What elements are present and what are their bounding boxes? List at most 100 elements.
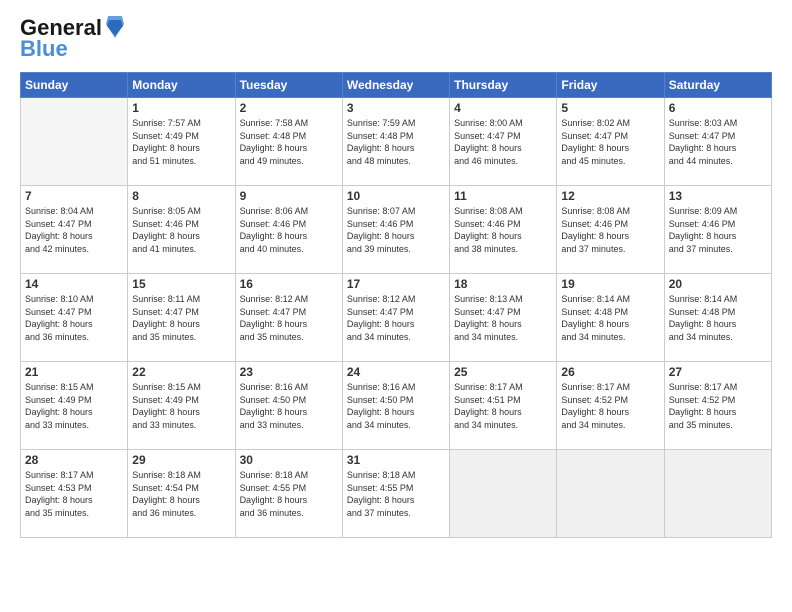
logo-icon (104, 14, 126, 40)
day-number: 10 (347, 189, 445, 203)
day-info: Sunrise: 8:08 AM Sunset: 4:46 PM Dayligh… (454, 205, 552, 255)
calendar-cell (450, 450, 557, 538)
calendar-cell: 23 Sunrise: 8:16 AM Sunset: 4:50 PM Dayli… (235, 362, 342, 450)
calendar-cell (557, 450, 664, 538)
day-info: Sunrise: 8:10 AM Sunset: 4:47 PM Dayligh… (25, 293, 123, 343)
calendar-table: SundayMondayTuesdayWednesdayThursdayFrid… (20, 72, 772, 538)
day-info: Sunrise: 8:12 AM Sunset: 4:47 PM Dayligh… (240, 293, 338, 343)
day-number: 23 (240, 365, 338, 379)
week-row-3: 14Sunrise: 8:10 AM Sunset: 4:47 PM Dayli… (21, 274, 772, 362)
calendar-cell: 25 Sunrise: 8:17 AM Sunset: 4:51 PM Dayli… (450, 362, 557, 450)
day-info: Sunrise: 8:16 AM Sunset: 4:50 PM Dayligh… (347, 381, 445, 431)
day-number: 6 (669, 101, 767, 115)
day-number: 24 (347, 365, 445, 379)
calendar-cell (21, 98, 128, 186)
day-info: Sunrise: 8:06 AM Sunset: 4:46 PM Dayligh… (240, 205, 338, 255)
calendar-cell: 9 Sunrise: 8:06 AM Sunset: 4:46 PM Daylig… (235, 186, 342, 274)
day-info: Sunrise: 8:18 AM Sunset: 4:55 PM Dayligh… (240, 469, 338, 519)
day-info: Sunrise: 8:14 AM Sunset: 4:48 PM Dayligh… (669, 293, 767, 343)
calendar-cell: 13 Sunrise: 8:09 AM Sunset: 4:46 PM Dayli… (664, 186, 771, 274)
day-info: Sunrise: 8:04 AM Sunset: 4:47 PM Dayligh… (25, 205, 123, 255)
day-number: 13 (669, 189, 767, 203)
weekday-header-monday: Monday (128, 73, 235, 98)
day-number: 22 (132, 365, 230, 379)
day-number: 3 (347, 101, 445, 115)
calendar-cell: 21 Sunrise: 8:15 AM Sunset: 4:49 PM Dayli… (21, 362, 128, 450)
calendar-cell: 12Sunrise: 8:08 AM Sunset: 4:46 PM Dayli… (557, 186, 664, 274)
day-info: Sunrise: 8:03 AM Sunset: 4:47 PM Dayligh… (669, 117, 767, 167)
calendar-cell: 11 Sunrise: 8:08 AM Sunset: 4:46 PM Dayli… (450, 186, 557, 274)
logo: General Blue (20, 16, 126, 62)
calendar-cell: 31 Sunrise: 8:18 AM Sunset: 4:55 PM Dayli… (342, 450, 449, 538)
weekday-header-tuesday: Tuesday (235, 73, 342, 98)
day-number: 28 (25, 453, 123, 467)
day-number: 16 (240, 277, 338, 291)
day-info: Sunrise: 7:57 AM Sunset: 4:49 PM Dayligh… (132, 117, 230, 167)
header: General Blue (20, 16, 772, 62)
day-info: Sunrise: 8:18 AM Sunset: 4:55 PM Dayligh… (347, 469, 445, 519)
day-info: Sunrise: 8:07 AM Sunset: 4:46 PM Dayligh… (347, 205, 445, 255)
day-info: Sunrise: 8:17 AM Sunset: 4:53 PM Dayligh… (25, 469, 123, 519)
calendar-cell: 28 Sunrise: 8:17 AM Sunset: 4:53 PM Dayli… (21, 450, 128, 538)
day-info: Sunrise: 7:59 AM Sunset: 4:48 PM Dayligh… (347, 117, 445, 167)
calendar-cell: 19 Sunrise: 8:14 AM Sunset: 4:48 PM Dayli… (557, 274, 664, 362)
day-number: 12 (561, 189, 659, 203)
weekday-header-friday: Friday (557, 73, 664, 98)
calendar-cell: 3 Sunrise: 7:59 AM Sunset: 4:48 PM Daylig… (342, 98, 449, 186)
day-info: Sunrise: 8:17 AM Sunset: 4:52 PM Dayligh… (669, 381, 767, 431)
calendar-cell (664, 450, 771, 538)
day-number: 19 (561, 277, 659, 291)
calendar-cell: 30 Sunrise: 8:18 AM Sunset: 4:55 PM Dayli… (235, 450, 342, 538)
weekday-header-thursday: Thursday (450, 73, 557, 98)
week-row-4: 21 Sunrise: 8:15 AM Sunset: 4:49 PM Dayli… (21, 362, 772, 450)
day-number: 31 (347, 453, 445, 467)
calendar-cell: 18Sunrise: 8:13 AM Sunset: 4:47 PM Dayli… (450, 274, 557, 362)
day-info: Sunrise: 7:58 AM Sunset: 4:48 PM Dayligh… (240, 117, 338, 167)
calendar-cell: 22 Sunrise: 8:15 AM Sunset: 4:49 PM Dayli… (128, 362, 235, 450)
day-info: Sunrise: 8:16 AM Sunset: 4:50 PM Dayligh… (240, 381, 338, 431)
week-row-5: 28 Sunrise: 8:17 AM Sunset: 4:53 PM Dayli… (21, 450, 772, 538)
day-info: Sunrise: 8:15 AM Sunset: 4:49 PM Dayligh… (25, 381, 123, 431)
day-number: 7 (25, 189, 123, 203)
day-number: 25 (454, 365, 552, 379)
day-info: Sunrise: 8:17 AM Sunset: 4:52 PM Dayligh… (561, 381, 659, 431)
day-info: Sunrise: 8:11 AM Sunset: 4:47 PM Dayligh… (132, 293, 230, 343)
calendar-cell: 5Sunrise: 8:02 AM Sunset: 4:47 PM Daylig… (557, 98, 664, 186)
day-number: 8 (132, 189, 230, 203)
day-number: 9 (240, 189, 338, 203)
logo-text-block: General Blue (20, 16, 126, 62)
day-info: Sunrise: 8:18 AM Sunset: 4:54 PM Dayligh… (132, 469, 230, 519)
weekday-header-row: SundayMondayTuesdayWednesdayThursdayFrid… (21, 73, 772, 98)
calendar-cell: 29Sunrise: 8:18 AM Sunset: 4:54 PM Dayli… (128, 450, 235, 538)
day-info: Sunrise: 8:17 AM Sunset: 4:51 PM Dayligh… (454, 381, 552, 431)
day-number: 1 (132, 101, 230, 115)
calendar-cell: 15Sunrise: 8:11 AM Sunset: 4:47 PM Dayli… (128, 274, 235, 362)
day-info: Sunrise: 8:14 AM Sunset: 4:48 PM Dayligh… (561, 293, 659, 343)
day-number: 11 (454, 189, 552, 203)
calendar-cell: 4 Sunrise: 8:00 AM Sunset: 4:47 PM Daylig… (450, 98, 557, 186)
day-number: 2 (240, 101, 338, 115)
calendar-cell: 17Sunrise: 8:12 AM Sunset: 4:47 PM Dayli… (342, 274, 449, 362)
week-row-2: 7 Sunrise: 8:04 AM Sunset: 4:47 PM Daylig… (21, 186, 772, 274)
calendar-cell: 2 Sunrise: 7:58 AM Sunset: 4:48 PM Daylig… (235, 98, 342, 186)
calendar-cell: 7 Sunrise: 8:04 AM Sunset: 4:47 PM Daylig… (21, 186, 128, 274)
day-number: 27 (669, 365, 767, 379)
calendar-cell: 6 Sunrise: 8:03 AM Sunset: 4:47 PM Daylig… (664, 98, 771, 186)
calendar-cell: 1 Sunrise: 7:57 AM Sunset: 4:49 PM Daylig… (128, 98, 235, 186)
day-number: 20 (669, 277, 767, 291)
day-number: 30 (240, 453, 338, 467)
calendar-cell: 10 Sunrise: 8:07 AM Sunset: 4:46 PM Dayli… (342, 186, 449, 274)
day-info: Sunrise: 8:15 AM Sunset: 4:49 PM Dayligh… (132, 381, 230, 431)
calendar-cell: 24 Sunrise: 8:16 AM Sunset: 4:50 PM Dayli… (342, 362, 449, 450)
calendar-cell: 14Sunrise: 8:10 AM Sunset: 4:47 PM Dayli… (21, 274, 128, 362)
day-info: Sunrise: 8:02 AM Sunset: 4:47 PM Dayligh… (561, 117, 659, 167)
day-number: 4 (454, 101, 552, 115)
day-number: 18 (454, 277, 552, 291)
day-info: Sunrise: 8:00 AM Sunset: 4:47 PM Dayligh… (454, 117, 552, 167)
day-number: 21 (25, 365, 123, 379)
day-info: Sunrise: 8:12 AM Sunset: 4:47 PM Dayligh… (347, 293, 445, 343)
calendar-cell: 20 Sunrise: 8:14 AM Sunset: 4:48 PM Dayli… (664, 274, 771, 362)
page-container: General Blue SundayMondayTuesdayWednesda… (0, 0, 792, 612)
calendar-cell: 26Sunrise: 8:17 AM Sunset: 4:52 PM Dayli… (557, 362, 664, 450)
day-info: Sunrise: 8:09 AM Sunset: 4:46 PM Dayligh… (669, 205, 767, 255)
